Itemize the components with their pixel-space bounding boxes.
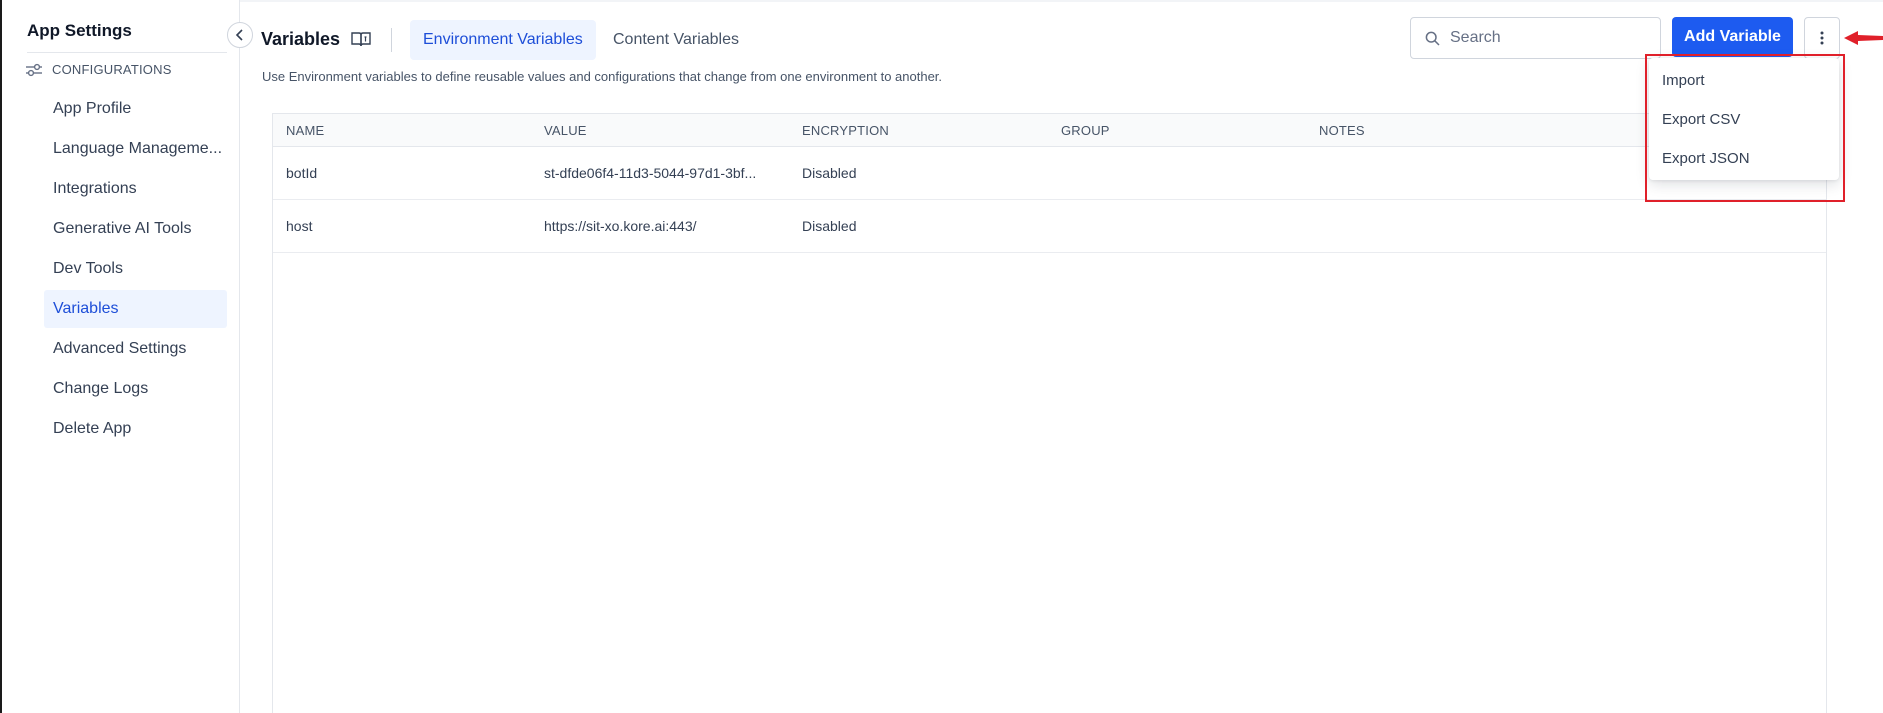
cell-value: https://sit-xo.kore.ai:443/ bbox=[544, 218, 697, 234]
app-window: App Settings CONFIGURATIONS App Profile … bbox=[0, 0, 1883, 713]
cell-name: host bbox=[286, 218, 313, 234]
red-arrow-icon bbox=[1842, 30, 1883, 51]
sidebar-divider bbox=[27, 52, 227, 53]
red-arrow-icon bbox=[1844, 31, 1883, 45]
table-row[interactable]: botId st-dfde06f4-11d3-5044-97d1-3bf... … bbox=[273, 147, 1826, 200]
column-header-notes: NOTES bbox=[1319, 122, 1365, 138]
cell-group bbox=[1048, 147, 1306, 199]
more-options-menu: Import Export CSV Export JSON bbox=[1649, 58, 1839, 180]
sidebar-item-delete-app[interactable]: Delete App bbox=[44, 410, 227, 448]
section-label: CONFIGURATIONS bbox=[52, 62, 172, 77]
page-description: Use Environment variables to define reus… bbox=[262, 69, 943, 84]
column-header-group: GROUP bbox=[1061, 122, 1110, 138]
sliders-icon bbox=[26, 63, 42, 76]
cell-notes bbox=[1306, 200, 1556, 252]
column-header-value: VALUE bbox=[544, 122, 587, 138]
menu-item-export-json[interactable]: Export JSON bbox=[1649, 139, 1839, 178]
search-box[interactable] bbox=[1410, 17, 1661, 59]
sidebar-item-integrations[interactable]: Integrations bbox=[44, 170, 227, 208]
menu-item-import[interactable]: Import bbox=[1649, 61, 1839, 100]
column-header-name: NAME bbox=[286, 122, 325, 138]
sidebar-item-language-management[interactable]: Language Manageme... bbox=[44, 130, 227, 168]
vertical-dots-icon bbox=[1820, 31, 1824, 45]
section-header-configurations: CONFIGURATIONS bbox=[25, 62, 172, 77]
sidebar-item-advanced-settings[interactable]: Advanced Settings bbox=[44, 330, 227, 368]
table-header: NAME VALUE ENCRYPTION GROUP NOTES bbox=[273, 114, 1826, 147]
column-header-encryption: ENCRYPTION bbox=[802, 122, 889, 138]
chevron-left-icon bbox=[235, 29, 243, 41]
tab-content-variables[interactable]: Content Variables bbox=[600, 20, 752, 60]
sidebar-item-app-profile[interactable]: App Profile bbox=[44, 90, 227, 128]
cell-encryption: Disabled bbox=[802, 218, 857, 234]
sidebar-item-dev-tools[interactable]: Dev Tools bbox=[44, 250, 227, 288]
menu-item-export-csv[interactable]: Export CSV bbox=[1649, 100, 1839, 139]
more-options-button[interactable] bbox=[1804, 17, 1840, 59]
cell-name: botId bbox=[286, 165, 318, 181]
cell-encryption: Disabled bbox=[802, 165, 857, 181]
page-title: Variables bbox=[261, 29, 341, 49]
sidebar-nav: App Profile Language Manageme... Integra… bbox=[44, 90, 227, 450]
table-row[interactable]: host https://sit-xo.kore.ai:443/ Disable… bbox=[273, 200, 1826, 253]
sidebar-title: App Settings bbox=[27, 21, 132, 40]
variables-table: NAME VALUE ENCRYPTION GROUP NOTES botId … bbox=[272, 113, 1827, 713]
add-variable-button[interactable]: Add Variable bbox=[1672, 17, 1793, 57]
collapse-sidebar-button[interactable] bbox=[227, 22, 253, 48]
cell-notes bbox=[1306, 147, 1556, 199]
tab-environment-variables[interactable]: Environment Variables bbox=[410, 20, 596, 60]
sidebar-item-generative-ai-tools[interactable]: Generative AI Tools bbox=[44, 210, 227, 248]
book-icon bbox=[351, 32, 371, 47]
search-input[interactable] bbox=[1450, 29, 1650, 47]
header-divider bbox=[391, 28, 392, 52]
book-icon[interactable] bbox=[351, 31, 371, 52]
sidebar-item-change-logs[interactable]: Change Logs bbox=[44, 370, 227, 408]
cell-group bbox=[1048, 200, 1306, 252]
cell-value: st-dfde06f4-11d3-5044-97d1-3bf... bbox=[544, 165, 757, 181]
sidebar: App Settings CONFIGURATIONS App Profile … bbox=[2, 0, 240, 713]
sidebar-item-variables[interactable]: Variables bbox=[44, 290, 227, 328]
top-border bbox=[240, 0, 1883, 2]
search-icon bbox=[1425, 31, 1440, 46]
